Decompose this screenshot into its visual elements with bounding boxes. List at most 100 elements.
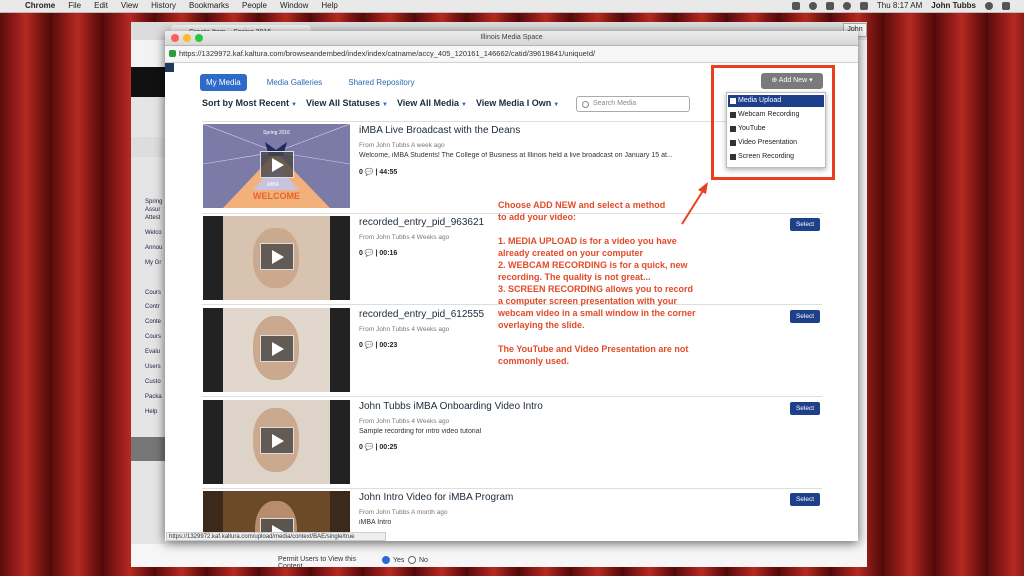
select-button[interactable]: Select (790, 402, 820, 415)
sidebar-item[interactable]: Evalu (145, 349, 160, 355)
clock[interactable]: Thu 8:17 AM (877, 0, 922, 12)
sidebar-home[interactable] (131, 137, 165, 157)
media-meta: From John Tubbs A month ago (359, 509, 448, 516)
volume-icon[interactable] (825, 2, 834, 10)
sidebar-footer (131, 437, 165, 461)
address-bar[interactable]: https://1329972.kaf.kaltura.com/browsean… (165, 46, 858, 63)
sidebar-item[interactable]: Users (145, 364, 161, 370)
lock-icon (169, 50, 176, 57)
menu-bookmarks[interactable]: Bookmarks (189, 0, 229, 12)
bluetooth-icon[interactable] (808, 2, 817, 10)
instr-line: already created on your computer (498, 248, 644, 258)
owner-dropdown[interactable]: View Media I Own ▼ (476, 98, 559, 108)
menu-item-webcam-recording[interactable]: Webcam Recording (728, 109, 824, 121)
sidebar-item[interactable]: Welco (145, 230, 162, 236)
menu-item-label: Screen Recording (738, 153, 795, 160)
side-toggle-icon[interactable] (165, 63, 174, 72)
search-icon (582, 101, 589, 108)
play-icon[interactable] (260, 335, 294, 362)
course-sidebar: Spring Assur Attest Welco Annou My Gr Co… (131, 67, 165, 567)
instr-line: The YouTube and Video Presentation are n… (498, 344, 689, 354)
url-text[interactable]: https://1329972.kaf.kaltura.com/browsean… (179, 46, 595, 62)
add-new-dropdown: Media Upload Webcam Recording YouTube Vi… (726, 92, 826, 168)
media-stats: 0 💬 | 00:16 (359, 250, 398, 257)
media-description: Sample recording for intro video tutoria… (359, 428, 482, 435)
instr-line: 3. SCREEN RECORDING allows you to record (498, 284, 694, 294)
caret-icon: ▼ (460, 102, 467, 108)
wifi-icon[interactable] (842, 2, 851, 10)
menu-view[interactable]: View (121, 0, 138, 12)
tab-my-media[interactable]: My Media (200, 74, 247, 91)
app-menu[interactable]: Chrome (25, 0, 55, 12)
instr-line: Choose ADD NEW and select a method (498, 200, 666, 210)
menu-file[interactable]: File (68, 0, 81, 12)
sidebar-item[interactable]: Packa (145, 394, 162, 400)
radio-no[interactable]: No (408, 556, 428, 564)
sidebar-item[interactable]: Contr (145, 304, 160, 310)
play-icon[interactable] (260, 243, 294, 270)
battery-icon[interactable] (859, 2, 868, 10)
media-title[interactable]: John Intro Video for iMBA Program (359, 492, 513, 503)
media-row: John Tubbs iMBA Onboarding Video Intro F… (203, 400, 823, 486)
sidebar-item[interactable]: Spring (145, 199, 162, 205)
radio-yes-icon[interactable] (382, 556, 390, 564)
filter-bar: Sort by Most Recent ▼ View All Statuses ▼ … (202, 98, 559, 108)
menu-item-label: Webcam Recording (738, 111, 800, 118)
youtube-icon (730, 126, 736, 132)
sidebar-item[interactable]: Annou (145, 245, 162, 251)
menu-people[interactable]: People (242, 0, 267, 12)
tab-media-galleries[interactable]: Media Galleries (261, 74, 329, 91)
media-title[interactable]: iMBA Live Broadcast with the Deans (359, 125, 520, 136)
video-thumbnail[interactable] (203, 308, 350, 392)
menu-extra-icon[interactable] (791, 2, 800, 10)
search-placeholder: Search Media (593, 100, 637, 107)
notifications-icon[interactable] (1002, 2, 1010, 10)
menu-help[interactable]: Help (321, 0, 337, 12)
instr-gap (498, 223, 718, 235)
user-menu[interactable]: John Tubbs (931, 0, 976, 12)
menu-item-media-upload[interactable]: Media Upload (728, 95, 824, 107)
media-title[interactable]: recorded_entry_pid_612555 (359, 309, 484, 320)
media-title[interactable]: John Tubbs iMBA Onboarding Video Intro (359, 401, 543, 412)
thumb-small: iMBA (267, 182, 279, 188)
menu-item-video-presentation[interactable]: Video Presentation (728, 137, 824, 149)
video-thumbnail[interactable]: Spring 2016 iMBA WELCOME (203, 124, 350, 208)
select-button[interactable]: Select (790, 493, 820, 506)
media-title[interactable]: recorded_entry_pid_963621 (359, 217, 484, 228)
select-button[interactable]: Select (790, 310, 820, 323)
menu-window[interactable]: Window (280, 0, 308, 12)
menu-history[interactable]: History (151, 0, 176, 12)
select-button[interactable]: Select (790, 218, 820, 231)
media-stats: 0 💬 | 00:23 (359, 342, 398, 349)
sidebar-item[interactable]: Cours (145, 334, 161, 340)
play-icon[interactable] (260, 151, 294, 178)
sidebar-item[interactable]: Help (145, 409, 157, 415)
status-dropdown[interactable]: View All Statuses ▼ (306, 98, 388, 108)
video-thumbnail[interactable] (203, 216, 350, 300)
illinois-logo (131, 67, 165, 97)
media-type-dropdown[interactable]: View All Media ▼ (397, 98, 467, 108)
sidebar-item[interactable]: Conte (145, 319, 161, 325)
play-icon[interactable] (260, 427, 294, 454)
sidebar-item[interactable]: Custo (145, 379, 161, 385)
search-input[interactable]: Search Media (576, 96, 690, 112)
menu-item-label: Video Presentation (738, 139, 798, 146)
radio-yes[interactable]: Yes (382, 556, 404, 564)
sidebar-item[interactable]: My Gr (145, 260, 161, 266)
search-icon[interactable] (985, 2, 993, 10)
instruction-annotation: Choose ADD NEW and select a method to ad… (498, 199, 718, 367)
monitor-icon (730, 154, 736, 160)
radio-no-icon[interactable] (408, 556, 416, 564)
sort-dropdown[interactable]: Sort by Most Recent ▼ (202, 98, 297, 108)
menu-item-screen-recording[interactable]: Screen Recording (728, 151, 824, 163)
sidebar-item[interactable]: Attest (145, 215, 160, 221)
sidebar-item[interactable]: Assur (145, 207, 160, 213)
media-stats: 0 💬 | 00:25 (359, 444, 398, 451)
instr-line: commonly used. (498, 356, 570, 366)
menu-item-youtube[interactable]: YouTube (728, 123, 824, 135)
media-stats: 0 💬 | 44:55 (359, 169, 398, 176)
caret-icon: ▼ (291, 102, 297, 108)
menu-edit[interactable]: Edit (94, 0, 108, 12)
video-thumbnail[interactable] (203, 400, 350, 484)
tab-shared-repository[interactable]: Shared Repository (342, 74, 420, 91)
